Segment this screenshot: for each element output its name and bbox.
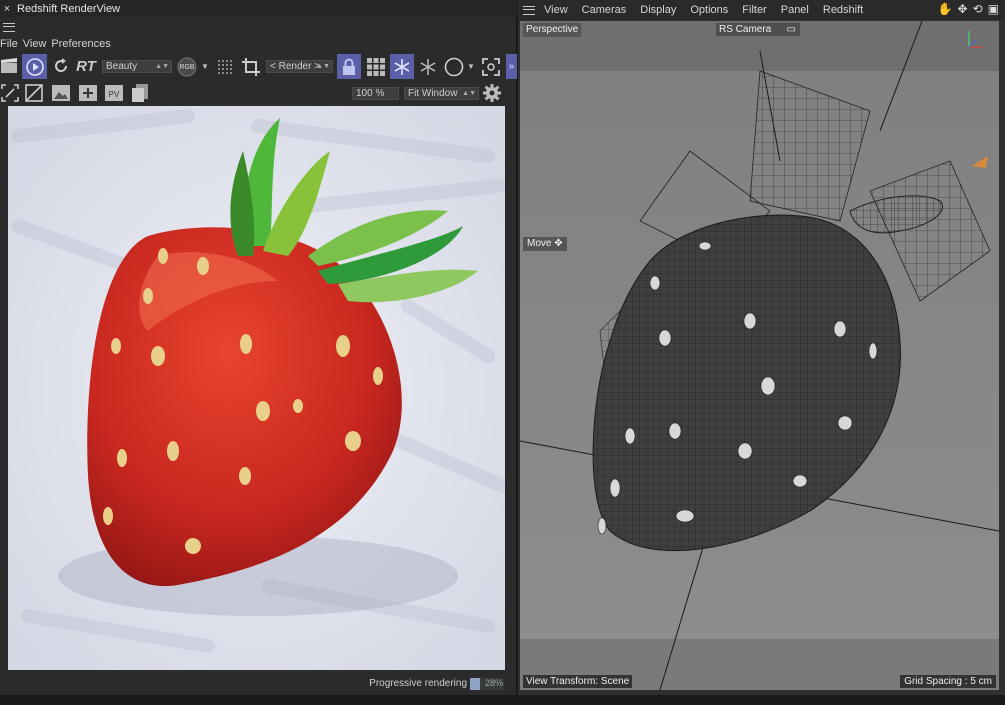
fit-mode-value: Fit Window bbox=[408, 88, 458, 99]
perspective-viewport[interactable]: Perspective RS Camera ▭ Move ✥ View Trans… bbox=[520, 21, 999, 690]
hamburger-icon bbox=[523, 5, 535, 15]
menu-display[interactable]: Display bbox=[640, 4, 676, 16]
fit-region-icon[interactable] bbox=[0, 83, 20, 103]
expand-toolbar-icon[interactable]: » bbox=[506, 54, 517, 79]
menu-filter[interactable]: Filter bbox=[742, 4, 766, 16]
rgb-channel-button[interactable]: RGB bbox=[177, 57, 197, 77]
aov-select[interactable]: Beauty ▲▼ bbox=[102, 60, 172, 73]
view-transform-label: View Transform: Scene bbox=[523, 675, 633, 688]
menu-view[interactable]: View bbox=[23, 38, 47, 53]
viewport-panel: View Cameras Display Options Filter Pane… bbox=[518, 0, 1005, 695]
render-progress-text: 28% bbox=[485, 678, 504, 688]
menu-file[interactable]: File bbox=[0, 38, 18, 53]
maximize-icon[interactable]: ▣ bbox=[988, 3, 999, 16]
render-image bbox=[8, 106, 505, 670]
strawberry-render bbox=[8, 106, 505, 670]
circle-icon[interactable] bbox=[443, 56, 465, 78]
menu-panel[interactable]: Panel bbox=[781, 4, 809, 16]
viewport-view-label[interactable]: Perspective bbox=[523, 23, 582, 37]
snowflake-icon[interactable] bbox=[390, 54, 414, 79]
window-title: Redshift RenderView bbox=[17, 2, 121, 15]
svg-text:PV: PV bbox=[109, 90, 120, 99]
picture-viewer-icon[interactable]: PV bbox=[103, 83, 125, 103]
focus-frame-icon[interactable] bbox=[480, 56, 502, 78]
lock-icon[interactable] bbox=[337, 54, 361, 79]
move-arrows-icon[interactable]: ✥ bbox=[958, 3, 968, 16]
menu-preferences[interactable]: Preferences bbox=[51, 38, 110, 53]
viewport-camera-label[interactable]: RS Camera ▭ bbox=[716, 23, 800, 36]
rt-mode-button[interactable]: RT bbox=[74, 57, 98, 75]
start-render-button[interactable] bbox=[22, 54, 47, 79]
wireframe-scene bbox=[520, 21, 999, 690]
render-region-select[interactable]: < Render > ▲▼ bbox=[266, 60, 333, 73]
camera-name: RS Camera bbox=[719, 24, 772, 35]
move-icon: ✥ bbox=[554, 238, 563, 249]
zoom-value: 100 % bbox=[356, 88, 385, 99]
menu-view[interactable]: View bbox=[544, 4, 568, 16]
render-status-label: Progressive rendering bbox=[369, 678, 467, 689]
viewport-menubar: View Cameras Display Options Filter Pane… bbox=[518, 0, 1005, 20]
hamburger-icon bbox=[3, 22, 15, 32]
render-view-window: × Redshift RenderView File View Preferen… bbox=[0, 0, 517, 695]
viewport-nav-icons: ✋ ✥ ⟲ ▣ bbox=[938, 3, 999, 16]
chevron-down-icon: ▲▼ bbox=[316, 63, 330, 70]
pan-hand-icon[interactable]: ✋ bbox=[938, 3, 953, 16]
menu-options[interactable]: Options bbox=[690, 4, 728, 16]
active-tool-label: Move ✥ bbox=[523, 237, 567, 251]
camera-icon: ▭ bbox=[786, 24, 796, 35]
axis-gizmo-icon bbox=[968, 31, 983, 48]
copy-icon[interactable] bbox=[129, 83, 151, 103]
render-toolbar: RT Beauty ▲▼ RGB ▼ < Render > ▲▼ ▼ » bbox=[0, 53, 517, 80]
compare-icon[interactable] bbox=[24, 83, 44, 103]
menu-cameras[interactable]: Cameras bbox=[582, 4, 627, 16]
zoom-input[interactable]: 100 % bbox=[352, 87, 399, 100]
panel-menu-button[interactable] bbox=[0, 18, 18, 36]
render-status-bar: Progressive rendering 28% bbox=[0, 672, 517, 694]
gear-icon[interactable] bbox=[482, 83, 502, 103]
render-view-menubar: File View Preferences bbox=[0, 38, 111, 53]
tile-grid-icon[interactable] bbox=[365, 56, 387, 78]
tool-name: Move bbox=[527, 238, 552, 249]
clapper-icon[interactable] bbox=[0, 57, 18, 75]
menu-redshift[interactable]: Redshift bbox=[823, 4, 863, 16]
caret-down-icon[interactable]: ▼ bbox=[466, 61, 476, 71]
render-progress-fill bbox=[470, 678, 480, 690]
add-snapshot-icon[interactable] bbox=[77, 83, 99, 103]
freeze-icon[interactable] bbox=[417, 56, 439, 78]
refresh-icon[interactable] bbox=[51, 56, 71, 76]
viewport-menus: View Cameras Display Options Filter Pane… bbox=[544, 4, 863, 16]
render-view-titlebar: × Redshift RenderView bbox=[0, 0, 517, 17]
image-icon[interactable] bbox=[50, 83, 72, 103]
viewport-menu-button[interactable] bbox=[518, 0, 540, 20]
rgb-label: RGB bbox=[179, 63, 195, 71]
grid-spacing-label: Grid Spacing : 5 cm bbox=[900, 675, 996, 688]
render-region-value: < Render > bbox=[270, 61, 321, 72]
close-icon[interactable]: × bbox=[0, 3, 14, 15]
chevron-down-icon: ▲▼ bbox=[462, 90, 476, 97]
bottom-toolbar bbox=[0, 695, 1005, 705]
caret-down-icon[interactable]: ▼ bbox=[200, 61, 210, 71]
grid-dots-icon[interactable] bbox=[215, 57, 235, 77]
fit-mode-select[interactable]: Fit Window ▲▼ bbox=[404, 87, 479, 100]
aov-select-value: Beauty bbox=[106, 61, 138, 72]
orbit-icon[interactable]: ⟲ bbox=[973, 3, 983, 16]
render-toolbar-secondary: PV 100 % Fit Window ▲▼ bbox=[0, 81, 517, 105]
crop-icon[interactable] bbox=[240, 56, 262, 78]
play-icon bbox=[25, 57, 44, 76]
chevron-down-icon: ▲▼ bbox=[155, 63, 169, 70]
